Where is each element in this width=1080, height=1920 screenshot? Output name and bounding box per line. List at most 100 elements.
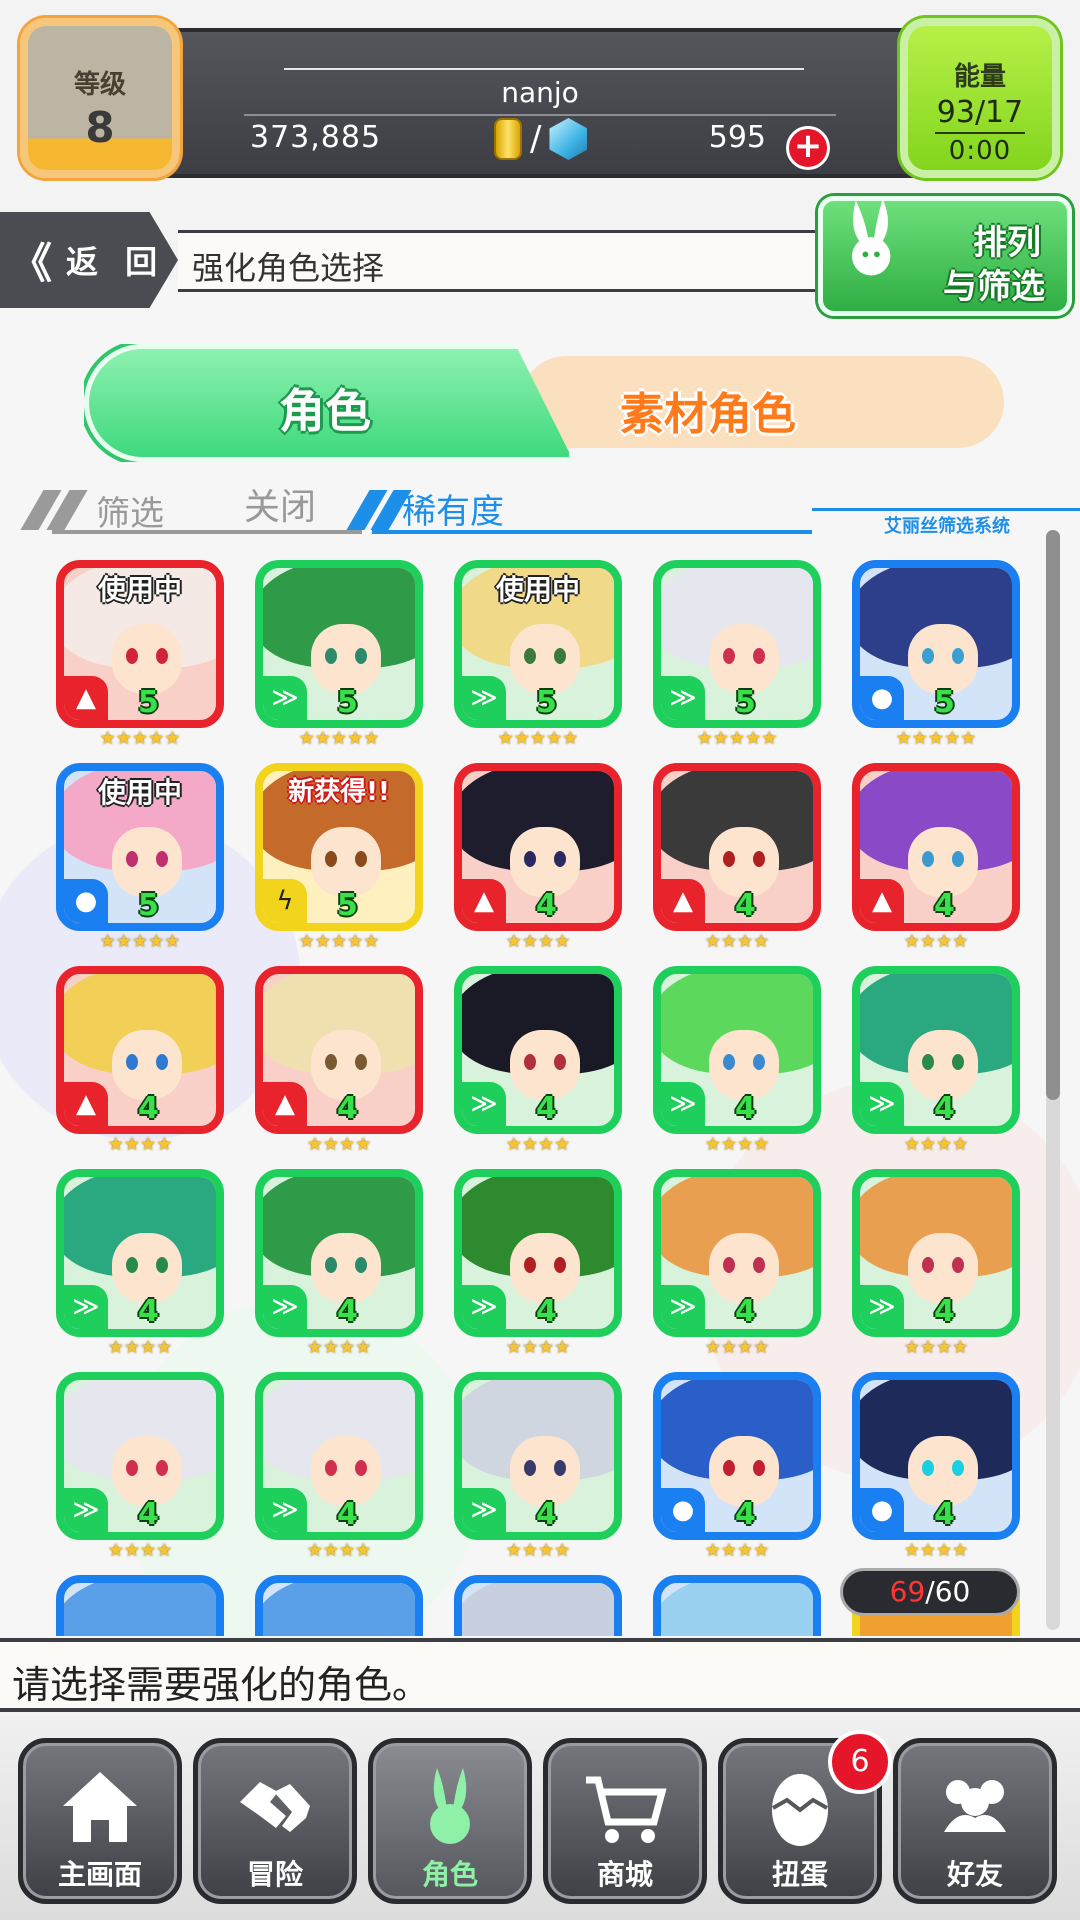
character-card[interactable]: ≫ 4 (56, 1169, 224, 1337)
wind-element-icon: ≫ (661, 1082, 705, 1126)
character-portrait-face (112, 1030, 182, 1100)
character-card[interactable]: ≫ 4 (852, 1169, 1020, 1337)
character-portrait-eye (554, 1054, 566, 1070)
character-card[interactable]: ▲ 5 使用中 (56, 560, 224, 728)
character-portrait-eye (325, 851, 337, 867)
fire-element-icon: ▲ (661, 879, 705, 923)
filter-toggle-button[interactable]: 关闭 (244, 478, 316, 530)
character-card[interactable]: ϟ 5 新获得!! (255, 763, 423, 931)
character-card[interactable]: ≫ 4 (56, 1372, 224, 1540)
character-count-current: 69 (889, 1575, 926, 1608)
card-rarity-stars: ★★★★★ (497, 728, 579, 749)
character-card[interactable]: ≫ 4 (653, 1169, 821, 1337)
character-card[interactable]: ● (255, 1575, 423, 1636)
wind-element-icon: ≫ (462, 676, 506, 720)
character-portrait-eye (952, 648, 964, 664)
tab-characters-label: 角色 (279, 384, 371, 438)
card-rarity-number: 4 (337, 1497, 358, 1532)
character-card[interactable]: ● (56, 1575, 224, 1636)
character-card[interactable]: ● 5 使用中 (56, 763, 224, 931)
character-portrait-face (112, 1233, 182, 1303)
card-rarity-stars: ★★★★ (306, 1540, 372, 1561)
energy-badge[interactable]: 能量 93/17 0:00 (900, 18, 1060, 178)
character-card[interactable]: ▲ 4 (454, 763, 622, 931)
character-card[interactable]: ● 4 (653, 1372, 821, 1540)
wind-element-icon: ≫ (462, 1082, 506, 1126)
wind-element-icon: ≫ (462, 1285, 506, 1329)
wind-element-icon: ≫ (661, 676, 705, 720)
character-portrait-eye (325, 1460, 337, 1476)
character-card[interactable]: ≫ 4 (255, 1372, 423, 1540)
character-portrait-face (709, 1030, 779, 1100)
character-card[interactable]: ≫ 4 (852, 966, 1020, 1134)
gacha-notification-badge: 6 (828, 1730, 892, 1794)
character-portrait-eye (952, 851, 964, 867)
add-gems-button[interactable]: + (786, 126, 830, 170)
character-card[interactable]: ≫ 4 (454, 1372, 622, 1540)
character-card[interactable]: ≫ 4 (653, 966, 821, 1134)
sort-filter-button[interactable]: 排列 与筛选 (818, 196, 1072, 316)
character-portrait-eye (156, 1257, 168, 1273)
card-rarity-number: 4 (536, 1294, 557, 1329)
character-portrait-eye (156, 648, 168, 664)
filter-system-label: 艾丽丝筛选系统 (884, 516, 1010, 537)
card-rarity-stars: ★★★★★ (696, 728, 778, 749)
sort-rarity-label[interactable]: 稀有度 (402, 484, 504, 533)
nav-character-label: 角色 (421, 1858, 478, 1891)
character-card[interactable]: ▲ 4 (255, 966, 423, 1134)
character-card[interactable]: ● 5 (852, 560, 1020, 728)
gold-amount: 373,885 (250, 120, 382, 155)
scrollbar-thumb[interactable] (1046, 530, 1060, 1100)
character-card[interactable]: ≫ 5 (255, 560, 423, 728)
character-portrait-eye (753, 1257, 765, 1273)
character-card[interactable]: ▲ 4 (56, 966, 224, 1134)
filter-label: 筛选 (96, 494, 164, 534)
character-portrait-face (510, 1233, 580, 1303)
character-card[interactable]: ≫ 4 (255, 1169, 423, 1337)
character-card[interactable]: ≫ 4 (454, 966, 622, 1134)
nav-home-button[interactable]: 主画面 (18, 1738, 182, 1904)
character-card[interactable]: ≫ 5 使用中 (454, 560, 622, 728)
character-portrait-hair (661, 1583, 813, 1636)
nav-character-button[interactable]: 角色 (368, 1738, 532, 1904)
energy-value: 93/17 (936, 95, 1024, 130)
character-portrait-eye (325, 1257, 337, 1273)
thunder-element-icon: ϟ (263, 879, 307, 923)
card-rarity-number: 4 (536, 1497, 557, 1532)
back-label: 返 回 (66, 243, 166, 281)
nav-adventure-button[interactable]: 冒险 (193, 1738, 357, 1904)
character-card[interactable]: ● (454, 1575, 622, 1636)
tab-characters[interactable]: 角色 (84, 344, 574, 462)
character-card[interactable]: ≫ 4 (454, 1169, 622, 1337)
nav-friends-button[interactable]: 好友 (893, 1738, 1057, 1904)
wind-element-icon: ≫ (263, 1488, 307, 1532)
character-card[interactable]: ≫ 5 (653, 560, 821, 728)
nav-shop-label: 商城 (596, 1858, 653, 1891)
back-button[interactable]: 《 返 回 (0, 212, 178, 308)
status-divider-2 (244, 114, 836, 116)
character-card[interactable]: ▲ 4 (653, 763, 821, 931)
grid-scrollbar[interactable] (1046, 530, 1060, 1630)
wind-element-icon: ≫ (64, 1285, 108, 1329)
character-grid: ▲ 5 使用中 ★★★★★ ≫ 5 ★★★★★ ≫ 5 使用中 ★★★★★ ≫ 5 ★★★★★ ● 5 ★★★★… (56, 560, 1026, 1636)
nav-shop-button[interactable]: 商城 (543, 1738, 707, 1904)
character-card[interactable]: ● 4 (852, 1372, 1020, 1540)
nav-gacha-label: 扭蛋 (771, 1858, 828, 1891)
character-card[interactable]: ● (653, 1575, 821, 1636)
character-portrait-eye (126, 1460, 138, 1476)
card-rarity-number: 4 (934, 1091, 955, 1126)
character-portrait-eye (524, 1460, 536, 1476)
character-portrait-eye (922, 648, 934, 664)
card-rarity-number: 4 (138, 1497, 159, 1532)
card-rarity-number: 4 (735, 1294, 756, 1329)
rabbit-icon (851, 198, 891, 276)
character-card[interactable]: ▲ 4 (852, 763, 1020, 931)
character-portrait-eye (126, 1054, 138, 1070)
tab-material-label[interactable]: 素材角色 (620, 378, 796, 442)
fire-element-icon: ▲ (263, 1082, 307, 1126)
character-portrait-eye (723, 1257, 735, 1273)
wind-element-icon: ≫ (263, 1285, 307, 1329)
character-portrait-eye (355, 1257, 367, 1273)
currency-icons: / (494, 118, 588, 160)
card-rarity-stars: ★★★★ (505, 1134, 571, 1155)
